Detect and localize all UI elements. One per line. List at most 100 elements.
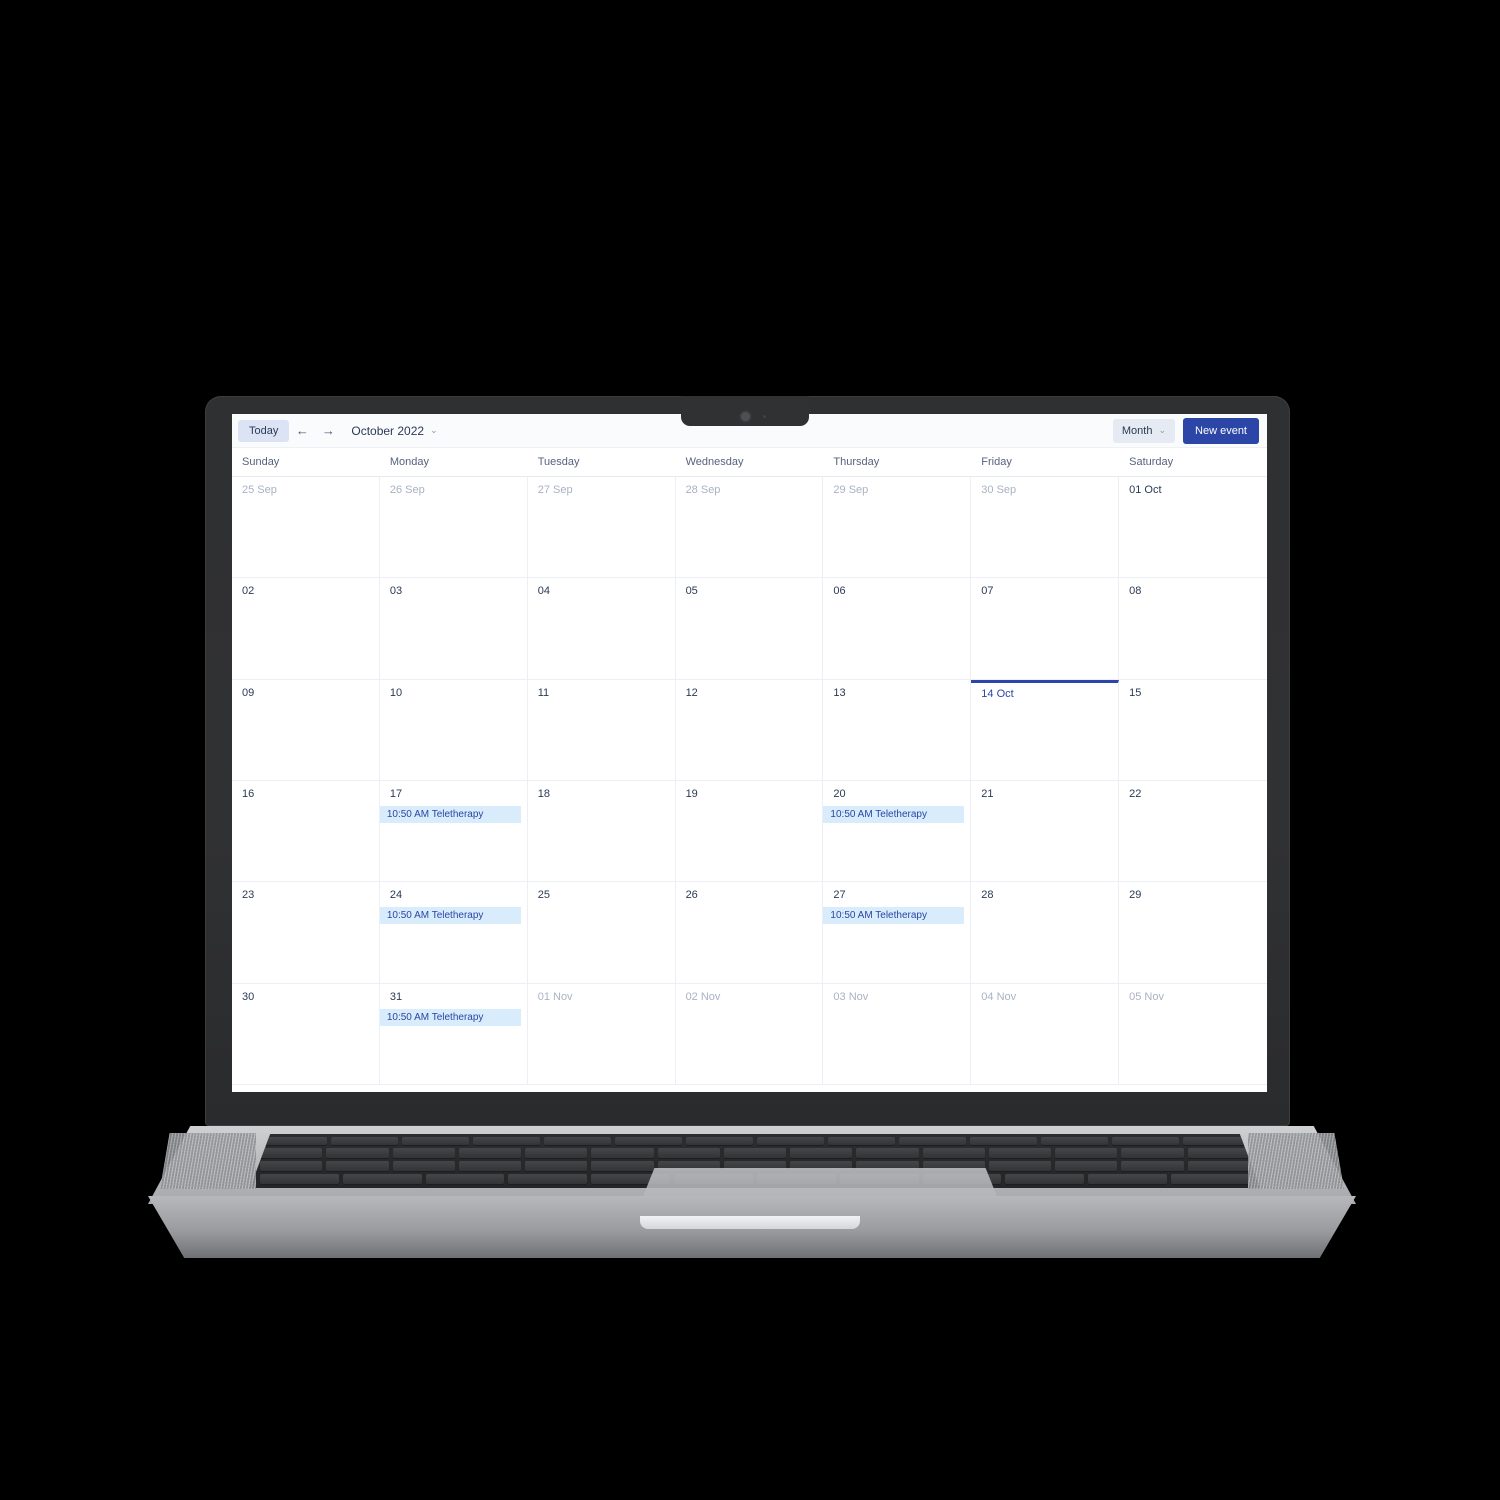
keyboard-key <box>828 1137 895 1145</box>
calendar-day-cell[interactable]: 11 <box>527 679 676 781</box>
keyboard-key <box>1187 1161 1250 1171</box>
calendar-day-cell[interactable]: 09 <box>232 679 380 781</box>
keyboard-key <box>525 1161 588 1171</box>
day-number: 25 Sep <box>242 484 277 496</box>
keyboard-key <box>342 1174 422 1184</box>
laptop-mockup: Today ← → October 2022 ⌄ Month ⌄ New eve… <box>0 0 1500 1500</box>
keyboard-key <box>392 1161 455 1171</box>
weekday-header-monday: Monday <box>389 456 429 468</box>
speaker-grille-left <box>160 1133 256 1189</box>
keyboard-key <box>260 1174 339 1184</box>
calendar-day-cell[interactable]: 05 <box>675 578 824 680</box>
day-number: 30 Sep <box>981 484 1017 496</box>
calendar-grid: 25 Sep 26 Sep 27 Sep 28 Sep 29 Sep 30 Sep 01 O… <box>232 477 1267 1085</box>
calendar-day-cell[interactable]: 28 <box>971 882 1120 984</box>
calendar-day-cell[interactable]: 25 <box>527 882 676 984</box>
keyboard-key <box>615 1137 682 1145</box>
calendar-day-cell[interactable]: 13 <box>823 679 972 781</box>
speaker-grille-right <box>1248 1133 1344 1189</box>
calendar-day-cell[interactable]: 05 Nov <box>1119 984 1267 1085</box>
webcam-notch <box>681 396 809 426</box>
previous-period-arrow-icon[interactable]: ← <box>289 418 315 444</box>
keyboard-key <box>988 1161 1052 1171</box>
calendar-day-cell[interactable]: 20 10:50 AM Teletherapy <box>823 781 972 883</box>
calendar-day-cell[interactable]: 27 10:50 AM Teletherapy <box>823 882 972 984</box>
calendar-day-cell[interactable]: 30 Sep <box>971 477 1120 579</box>
calendar-day-cell[interactable]: 04 <box>527 578 676 680</box>
day-number: 26 <box>685 889 698 902</box>
keyboard-key <box>1121 1148 1184 1158</box>
calendar-day-cell[interactable]: 24 10:50 AM Teletherapy <box>379 882 528 984</box>
calendar-day-cell[interactable]: 18 <box>527 781 676 883</box>
calendar-day-cell-today[interactable]: 14 Oct <box>971 679 1120 781</box>
day-number: 29 <box>1129 889 1142 902</box>
keyboard-key <box>723 1148 787 1158</box>
calendar-day-cell[interactable]: 17 10:50 AM Teletherapy <box>379 781 528 883</box>
calendar-day-cell[interactable]: 29 <box>1119 882 1267 984</box>
calendar-day-cell[interactable]: 25 Sep <box>232 477 380 579</box>
calendar-event-chip[interactable]: 10:50 AM Teletherapy <box>379 1008 521 1026</box>
calendar-event-chip[interactable]: 10:50 AM Teletherapy <box>379 806 521 823</box>
calendar-day-cell[interactable]: 27 Sep <box>527 477 676 579</box>
calendar-day-cell[interactable]: 30 <box>232 983 380 1085</box>
day-number: 20 <box>833 788 846 800</box>
day-number: 03 <box>389 585 403 598</box>
calendar-day-cell[interactable]: 31 10:50 AM Teletherapy <box>379 983 528 1085</box>
calendar-day-cell[interactable]: 22 <box>1119 781 1267 883</box>
calendar-day-cell[interactable]: 16 <box>232 781 380 883</box>
today-button[interactable]: Today <box>238 419 290 442</box>
screen: Today ← → October 2022 ⌄ Month ⌄ New eve… <box>232 414 1267 1092</box>
calendar-day-cell[interactable]: 01 Oct <box>1119 477 1267 579</box>
day-number: 23 <box>242 889 255 902</box>
keyboard-key <box>1112 1137 1179 1145</box>
calendar-day-cell[interactable]: 04 Nov <box>971 983 1120 1085</box>
webcam-indicator-icon <box>763 415 766 418</box>
calendar-day-cell[interactable]: 12 <box>675 679 824 781</box>
calendar-day-cell[interactable]: 29 Sep <box>823 477 972 579</box>
calendar-day-cell[interactable]: 03 Nov <box>823 983 972 1085</box>
chevron-down-icon: ⌄ <box>1158 425 1167 435</box>
new-event-button[interactable]: New event <box>1183 417 1259 444</box>
calendar-event-chip[interactable]: 10:50 AM Teletherapy <box>823 907 965 925</box>
calendar-day-cell[interactable]: 02 <box>232 578 380 680</box>
day-number: 27 Sep <box>537 484 573 496</box>
calendar-day-cell[interactable]: 07 <box>971 578 1120 680</box>
day-number: 04 Nov <box>981 990 1017 1003</box>
calendar-day-cell[interactable]: 28 Sep <box>675 477 824 579</box>
calendar-day-cell[interactable]: 26 <box>675 882 824 984</box>
calendar-day-cell[interactable]: 06 <box>823 578 972 680</box>
day-number: 21 <box>981 788 994 800</box>
view-mode-label: Month <box>1121 424 1153 437</box>
keyboard-key <box>458 1148 522 1158</box>
keyboard-key <box>790 1148 853 1158</box>
day-number: 08 <box>1129 585 1142 598</box>
calendar-day-cell[interactable]: 01 Nov <box>527 983 676 1085</box>
day-number: 30 <box>242 990 255 1003</box>
keyboard-key <box>988 1148 1052 1158</box>
day-number: 31 <box>389 990 403 1003</box>
calendar-event-chip[interactable]: 10:50 AM Teletherapy <box>823 806 965 823</box>
weekday-header-thursday: Thursday <box>833 456 880 468</box>
chevron-down-icon: ⌄ <box>430 425 438 435</box>
keyboard-key <box>591 1148 654 1158</box>
keyboard-key <box>326 1148 389 1158</box>
weekday-header-wednesday: Wednesday <box>685 456 744 468</box>
calendar-day-cell[interactable]: 03 <box>379 578 528 680</box>
month-picker[interactable]: October 2022 ⌄ <box>351 424 437 438</box>
calendar-day-cell[interactable]: 08 <box>1119 578 1267 680</box>
weekday-header-tuesday: Tuesday <box>537 456 580 468</box>
view-mode-select[interactable]: Month ⌄ <box>1112 418 1176 443</box>
calendar-day-cell[interactable]: 23 <box>232 882 380 984</box>
keyboard-key <box>657 1148 720 1158</box>
calendar-day-cell[interactable]: 19 <box>675 781 824 883</box>
calendar-event-chip[interactable]: 10:50 AM Teletherapy <box>379 907 521 925</box>
next-period-arrow-icon[interactable]: → <box>315 418 341 444</box>
day-number: 15 <box>1129 686 1142 699</box>
calendar-day-cell[interactable]: 15 <box>1119 680 1267 781</box>
calendar-day-cell[interactable]: 26 Sep <box>379 477 528 579</box>
calendar-day-cell[interactable]: 10 <box>379 679 528 781</box>
keyboard-key <box>326 1161 389 1171</box>
calendar-day-cell[interactable]: 02 Nov <box>675 983 824 1085</box>
keyboard-key <box>1121 1161 1184 1171</box>
calendar-day-cell[interactable]: 21 <box>971 781 1120 883</box>
